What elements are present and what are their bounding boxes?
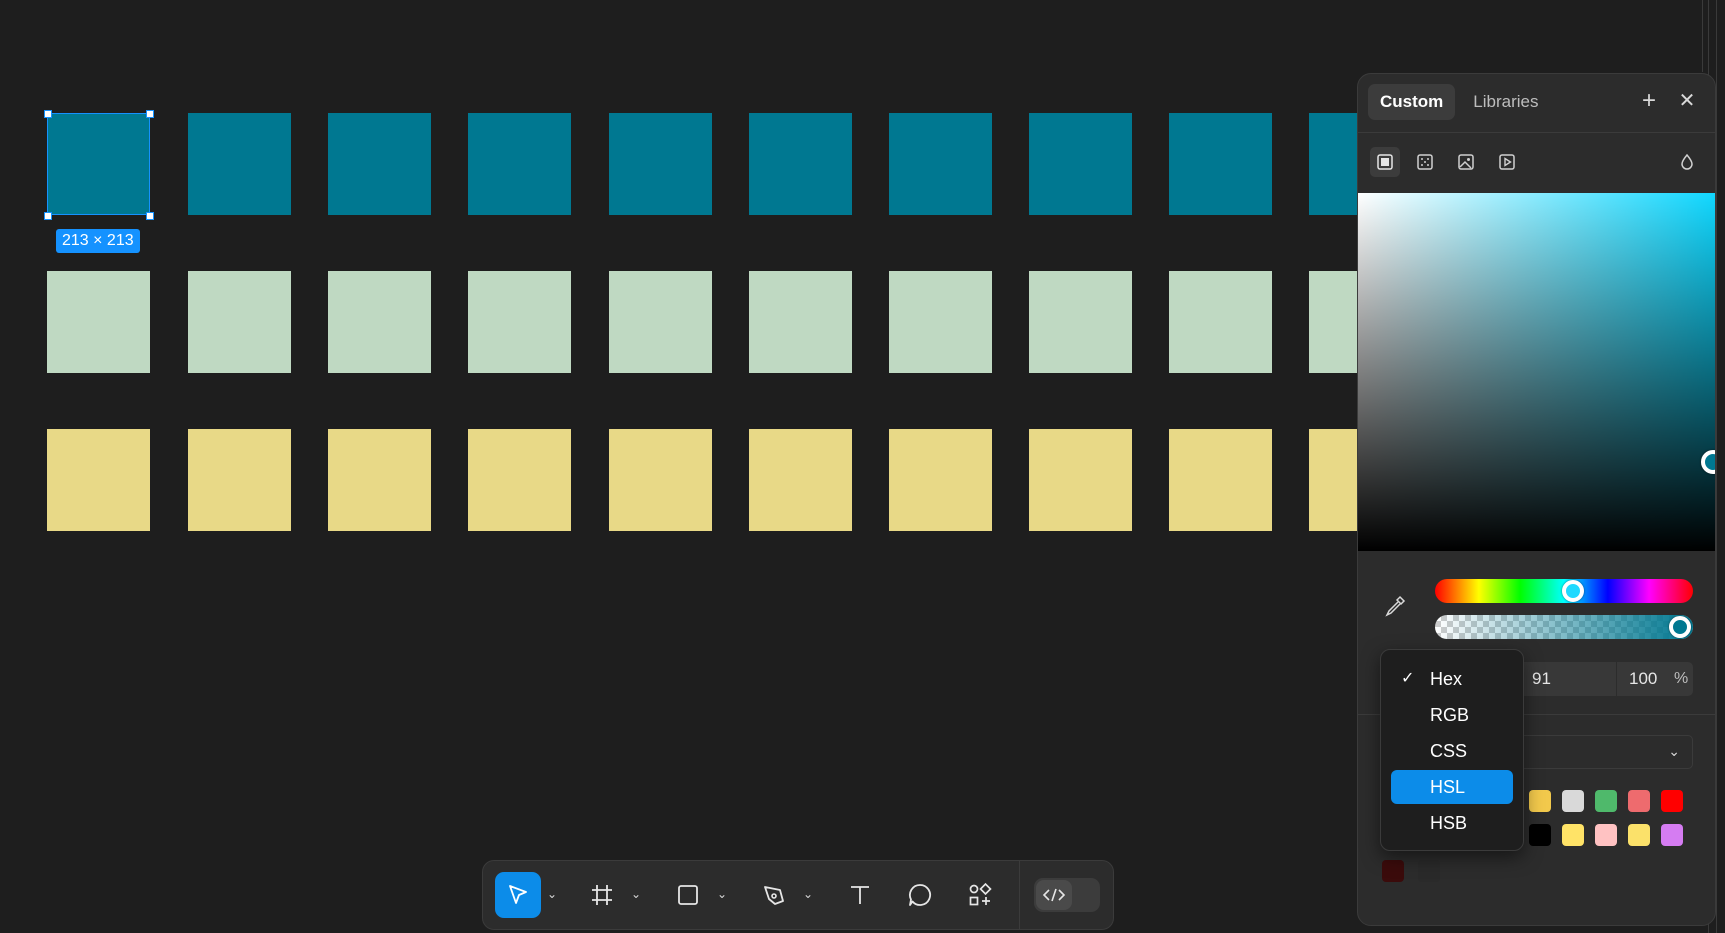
color-swatch[interactable] bbox=[1595, 790, 1617, 812]
chevron-down-icon[interactable]: ⌄ bbox=[629, 887, 643, 901]
add-icon[interactable]: + bbox=[1636, 88, 1662, 114]
menu-item-rgb[interactable]: RGB bbox=[1391, 698, 1513, 732]
yellow-square[interactable] bbox=[47, 429, 150, 531]
code-icon bbox=[1036, 880, 1072, 910]
resize-handle-bottom-left[interactable] bbox=[44, 212, 52, 220]
opacity-unit: % bbox=[1674, 670, 1689, 687]
drop-icon[interactable] bbox=[1672, 147, 1702, 177]
resize-handle-top-right[interactable] bbox=[146, 110, 154, 118]
menu-item-css[interactable]: CSS bbox=[1391, 734, 1513, 768]
color-swatch[interactable] bbox=[1562, 824, 1584, 846]
opacity-gradient bbox=[1435, 615, 1693, 639]
menu-item-label: RGB bbox=[1430, 705, 1470, 725]
hex-value-input[interactable]: 91 bbox=[1532, 662, 1551, 696]
hue-slider-handle[interactable] bbox=[1562, 580, 1584, 602]
yellow-square[interactable] bbox=[1169, 429, 1272, 531]
menu-item-label: HSL bbox=[1430, 777, 1466, 797]
shape-tool-button[interactable] bbox=[665, 872, 711, 918]
selection-size-badge: 213 × 213 bbox=[56, 229, 140, 253]
actions-tool-button[interactable] bbox=[957, 872, 1003, 918]
color-swatch[interactable] bbox=[1595, 824, 1617, 846]
yellow-square[interactable] bbox=[749, 429, 852, 531]
canvas-edge-line bbox=[1716, 0, 1717, 933]
opacity-slider[interactable] bbox=[1435, 615, 1693, 639]
teal-square[interactable] bbox=[1029, 113, 1132, 215]
mint-square[interactable] bbox=[1169, 271, 1272, 373]
teal-square[interactable] bbox=[889, 113, 992, 215]
eyedropper-icon[interactable] bbox=[1382, 593, 1408, 619]
mint-square[interactable] bbox=[328, 271, 431, 373]
opacity-slider-handle[interactable] bbox=[1669, 616, 1691, 638]
color-swatch[interactable] bbox=[1529, 790, 1551, 812]
color-swatch[interactable] bbox=[1661, 824, 1683, 846]
hue-slider[interactable] bbox=[1435, 579, 1693, 603]
chevron-down-icon[interactable]: ⌄ bbox=[545, 887, 559, 901]
menu-item-label: HSB bbox=[1430, 813, 1468, 833]
text-tool-button[interactable] bbox=[837, 872, 883, 918]
panel-tabs: Custom Libraries bbox=[1368, 84, 1550, 120]
yellow-square[interactable] bbox=[609, 429, 712, 531]
chevron-down-icon[interactable]: ⌄ bbox=[715, 887, 729, 901]
yellow-square[interactable] bbox=[188, 429, 291, 531]
video-fill-icon[interactable] bbox=[1492, 147, 1522, 177]
color-swatch[interactable] bbox=[1628, 790, 1650, 812]
opacity-value-input[interactable]: 100 bbox=[1616, 662, 1680, 696]
menu-item-hsb[interactable]: HSB bbox=[1391, 806, 1513, 840]
mint-square[interactable] bbox=[47, 271, 150, 373]
chevron-down-icon[interactable]: ⌄ bbox=[801, 887, 815, 901]
frame-tool-button[interactable] bbox=[579, 872, 625, 918]
teal-square[interactable] bbox=[47, 113, 150, 215]
saturation-brightness-area[interactable] bbox=[1358, 193, 1715, 551]
dev-mode-toggle[interactable] bbox=[1034, 878, 1100, 912]
yellow-square[interactable] bbox=[468, 429, 571, 531]
toolbar-divider bbox=[1019, 861, 1020, 929]
resize-handle-bottom-right[interactable] bbox=[146, 212, 154, 220]
mint-square[interactable] bbox=[749, 271, 852, 373]
mint-square[interactable] bbox=[188, 271, 291, 373]
color-swatch[interactable] bbox=[1562, 790, 1584, 812]
yellow-square[interactable] bbox=[1029, 429, 1132, 531]
check-icon: ✓ bbox=[1401, 670, 1415, 687]
color-swatch[interactable] bbox=[1661, 790, 1683, 812]
pen-tool-button[interactable] bbox=[751, 872, 797, 918]
resize-handle-top-left[interactable] bbox=[44, 110, 52, 118]
tab-libraries[interactable]: Libraries bbox=[1461, 84, 1550, 120]
color-format-menu: ✓ Hex RGB CSS HSL HSB bbox=[1380, 649, 1524, 851]
solid-fill-icon[interactable] bbox=[1370, 147, 1400, 177]
menu-item-hsl[interactable]: HSL bbox=[1391, 770, 1513, 804]
chevron-down-icon: ⌄ bbox=[1668, 743, 1680, 759]
color-swatch[interactable] bbox=[1628, 824, 1650, 846]
mint-square[interactable] bbox=[468, 271, 571, 373]
teal-square[interactable] bbox=[1169, 113, 1272, 215]
move-tool-button[interactable] bbox=[495, 872, 541, 918]
teal-square[interactable] bbox=[609, 113, 712, 215]
teal-square[interactable] bbox=[328, 113, 431, 215]
mint-square[interactable] bbox=[609, 271, 712, 373]
teal-square[interactable] bbox=[749, 113, 852, 215]
canvas-edge-line bbox=[1702, 0, 1703, 72]
yellow-square[interactable] bbox=[328, 429, 431, 531]
teal-square[interactable] bbox=[188, 113, 291, 215]
tab-custom[interactable]: Custom bbox=[1368, 84, 1456, 120]
close-icon[interactable]: ✕ bbox=[1674, 88, 1700, 114]
menu-item-label: CSS bbox=[1430, 741, 1468, 761]
mint-square[interactable] bbox=[889, 271, 992, 373]
color-swatch[interactable] bbox=[1529, 824, 1551, 846]
yellow-square[interactable] bbox=[889, 429, 992, 531]
color-swatch[interactable] bbox=[1382, 860, 1404, 882]
menu-item-label: Hex bbox=[1430, 669, 1463, 689]
color-swatch[interactable] bbox=[1418, 860, 1440, 882]
teal-square[interactable] bbox=[468, 113, 571, 215]
gradient-fill-icon[interactable] bbox=[1410, 147, 1440, 177]
saturation-brightness-handle[interactable] bbox=[1701, 450, 1715, 474]
image-fill-icon[interactable] bbox=[1451, 147, 1481, 177]
bottom-toolbar: ⌄ ⌄ ⌄ ⌄ bbox=[482, 860, 1114, 930]
menu-item-hex[interactable]: ✓ Hex bbox=[1391, 662, 1513, 696]
mint-square[interactable] bbox=[1029, 271, 1132, 373]
panel-divider bbox=[1358, 132, 1715, 133]
comment-tool-button[interactable] bbox=[897, 872, 943, 918]
